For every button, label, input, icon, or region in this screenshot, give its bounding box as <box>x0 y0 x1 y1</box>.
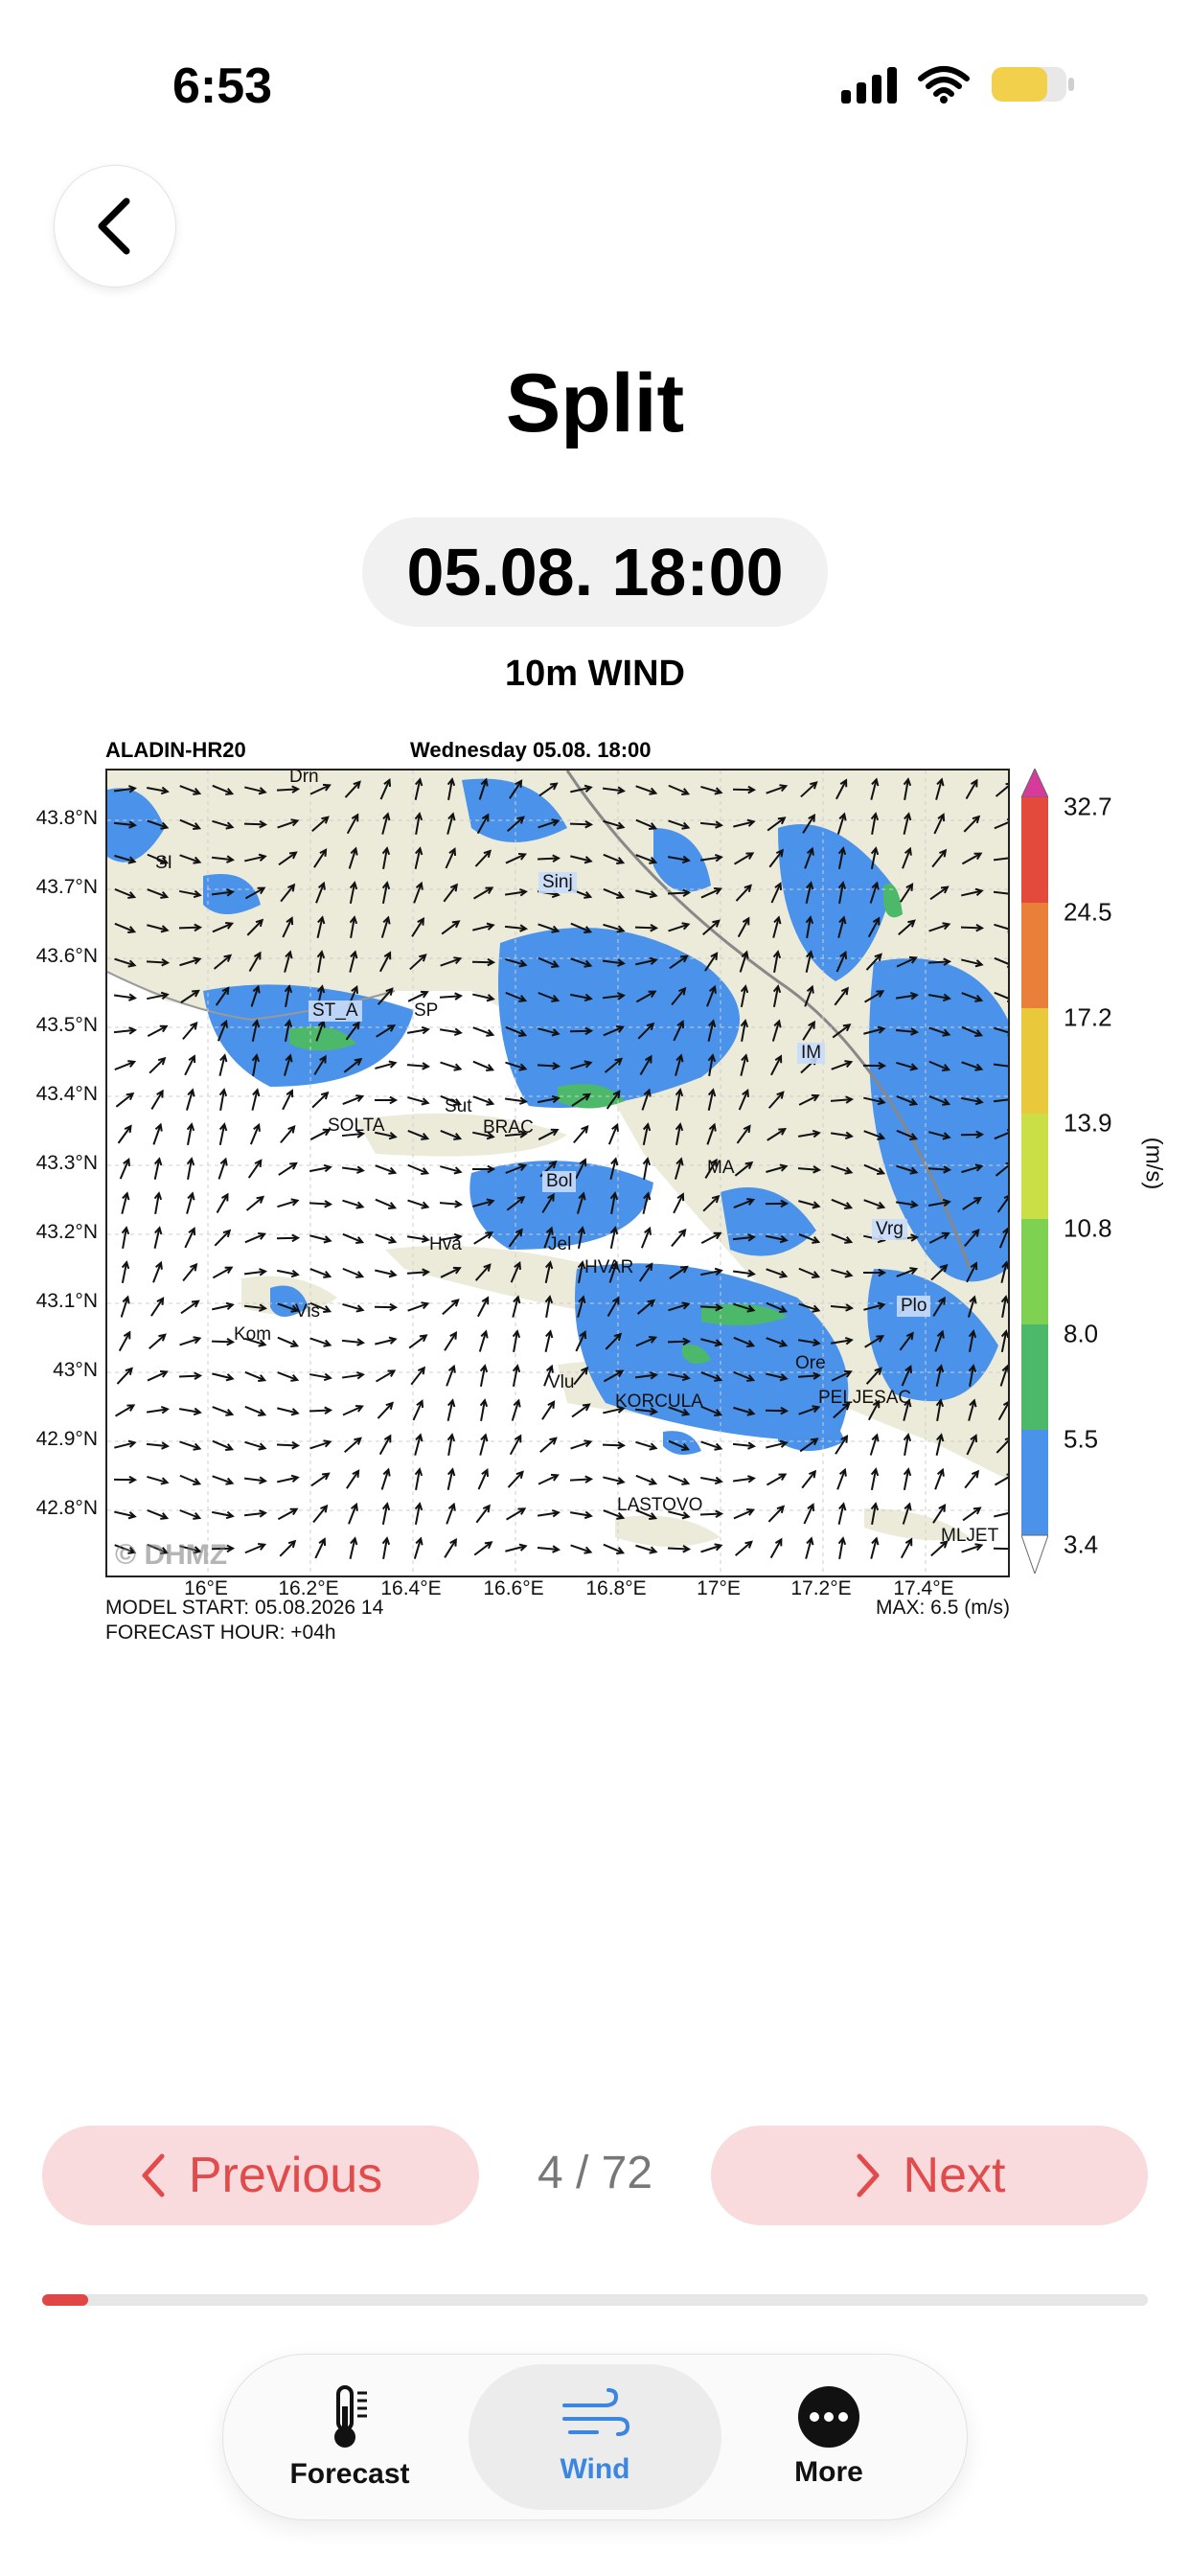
colorbar-label: 5.5 <box>1064 1424 1099 1454</box>
colorbar-label: 10.8 <box>1064 1213 1112 1243</box>
status-icons <box>841 65 1075 104</box>
map-caption: 10m WIND <box>505 654 685 694</box>
place-label: PELJESAC <box>818 1388 912 1408</box>
place-label: SOLTA <box>328 1116 385 1136</box>
place-label: KORCULA <box>615 1392 703 1412</box>
colorbar-segment <box>1021 1534 1048 1574</box>
place-label: Plo <box>897 1296 931 1317</box>
place-label: ST_A <box>309 1000 362 1022</box>
place-label: MLJET <box>941 1526 999 1546</box>
tab-bar: Forecast Wind More <box>222 2354 968 2520</box>
colorbar-label: 24.5 <box>1064 897 1112 927</box>
wind-icon <box>562 2388 629 2436</box>
longitude-label: 16.4°E <box>380 1577 442 1599</box>
place-label: Kom <box>234 1324 272 1345</box>
longitude-label: 16.6°E <box>483 1577 544 1599</box>
longitude-label: 17°E <box>697 1577 741 1599</box>
place-label: Bol <box>542 1171 577 1192</box>
tab-label: Wind <box>560 2453 630 2485</box>
watermark: © DHMZ <box>115 1539 228 1571</box>
tab-label: More <box>794 2456 863 2488</box>
longitude-label: 17.2°E <box>790 1577 852 1599</box>
colorbar-segment <box>1021 1114 1048 1219</box>
latitude-label: 42.8°N <box>35 1497 98 1519</box>
colorbar-segment <box>1021 1008 1048 1114</box>
next-button[interactable]: Next <box>711 2126 1148 2225</box>
place-label: Hva <box>429 1234 462 1254</box>
next-label: Next <box>903 2148 1006 2203</box>
latitude-label: 43.5°N <box>35 1014 98 1036</box>
timeline-progress[interactable] <box>42 2294 1148 2306</box>
colorbar-label: 17.2 <box>1064 1002 1112 1032</box>
chevron-right-icon <box>857 2153 880 2197</box>
colorbar-label: 8.0 <box>1064 1319 1099 1348</box>
place-label: Vrg <box>872 1219 907 1240</box>
place-label: Vis <box>295 1301 321 1322</box>
colorbar <box>1021 769 1048 1574</box>
place-label: BRAC <box>483 1117 534 1138</box>
place-label: Jel <box>548 1234 572 1254</box>
place-label: LASTOVO <box>617 1495 703 1515</box>
place-label: IM <box>797 1043 826 1064</box>
colorbar-segment <box>1021 1430 1048 1535</box>
place-label: Drn <box>289 769 319 787</box>
colorbar-segment <box>1021 1219 1048 1324</box>
forecast-hour: FORECAST HOUR: +04h <box>105 1622 336 1644</box>
colorbar-segment <box>1021 1324 1048 1430</box>
cellular-signal-icon <box>841 65 897 104</box>
timeline-progress-fill <box>42 2294 89 2306</box>
latitude-label: 43.7°N <box>35 876 98 898</box>
latitude-label: 43.1°N <box>35 1290 98 1312</box>
wifi-icon <box>918 65 970 104</box>
latitude-label: 43.2°N <box>35 1221 98 1243</box>
tab-more[interactable]: More <box>702 2364 955 2510</box>
colorbar-label: 32.7 <box>1064 792 1112 821</box>
map-model-label: ALADIN-HR20 <box>105 738 246 762</box>
colorbar-segment <box>1021 769 1048 798</box>
latitude-label: 43.8°N <box>35 807 98 829</box>
status-time: 6:53 <box>172 58 273 114</box>
colorbar-segment <box>1021 797 1048 903</box>
wind-forecast-map: ALADIN-HR20 Wednesday 05.08. 18:00 43.8°… <box>19 728 1169 1648</box>
latitude-label: 42.9°N <box>35 1428 98 1450</box>
colorbar-label: 13.9 <box>1064 1108 1112 1138</box>
place-label: Sut <box>445 1096 472 1116</box>
latitude-label: 43.4°N <box>35 1083 98 1105</box>
place-label: Ore <box>795 1353 826 1373</box>
page-title: Split <box>505 357 685 449</box>
place-label: HVAR <box>584 1257 634 1277</box>
chevron-left-icon <box>98 197 130 255</box>
thermometer-icon <box>334 2385 367 2448</box>
latitude-label: 43.3°N <box>35 1152 98 1174</box>
place-label: SI <box>155 853 172 873</box>
place-label: Sinj <box>538 872 577 893</box>
colorbar-label: 3.4 <box>1064 1530 1099 1559</box>
battery-icon <box>991 65 1075 104</box>
place-label: SP <box>414 1000 439 1021</box>
map-valid-label: Wednesday 05.08. 18:00 <box>410 738 652 762</box>
longitude-label: 16.8°E <box>585 1577 647 1599</box>
colorbar-segment <box>1021 903 1048 1008</box>
tab-wind[interactable]: Wind <box>469 2364 721 2510</box>
tab-forecast[interactable]: Forecast <box>223 2364 476 2510</box>
model-start: MODEL START: 05.08.2026 14 <box>105 1597 384 1619</box>
unit-label: (m/s) <box>1140 1137 1167 1190</box>
max-value: MAX: 6.5 (m/s) <box>876 1597 1011 1619</box>
map-plot-area: Drn SI Sinj ST_A SP IM Sut SOLTA BRAC MA… <box>105 769 1010 1577</box>
place-label: MA <box>707 1158 735 1178</box>
more-icon <box>798 2386 859 2448</box>
tab-label: Forecast <box>289 2458 410 2490</box>
back-button[interactable] <box>54 165 176 288</box>
datetime-pill: 05.08. 18:00 <box>362 518 828 627</box>
latitude-label: 43.6°N <box>35 945 98 967</box>
latitude-label: 43°N <box>53 1359 98 1381</box>
place-label: Vlu <box>548 1372 575 1392</box>
